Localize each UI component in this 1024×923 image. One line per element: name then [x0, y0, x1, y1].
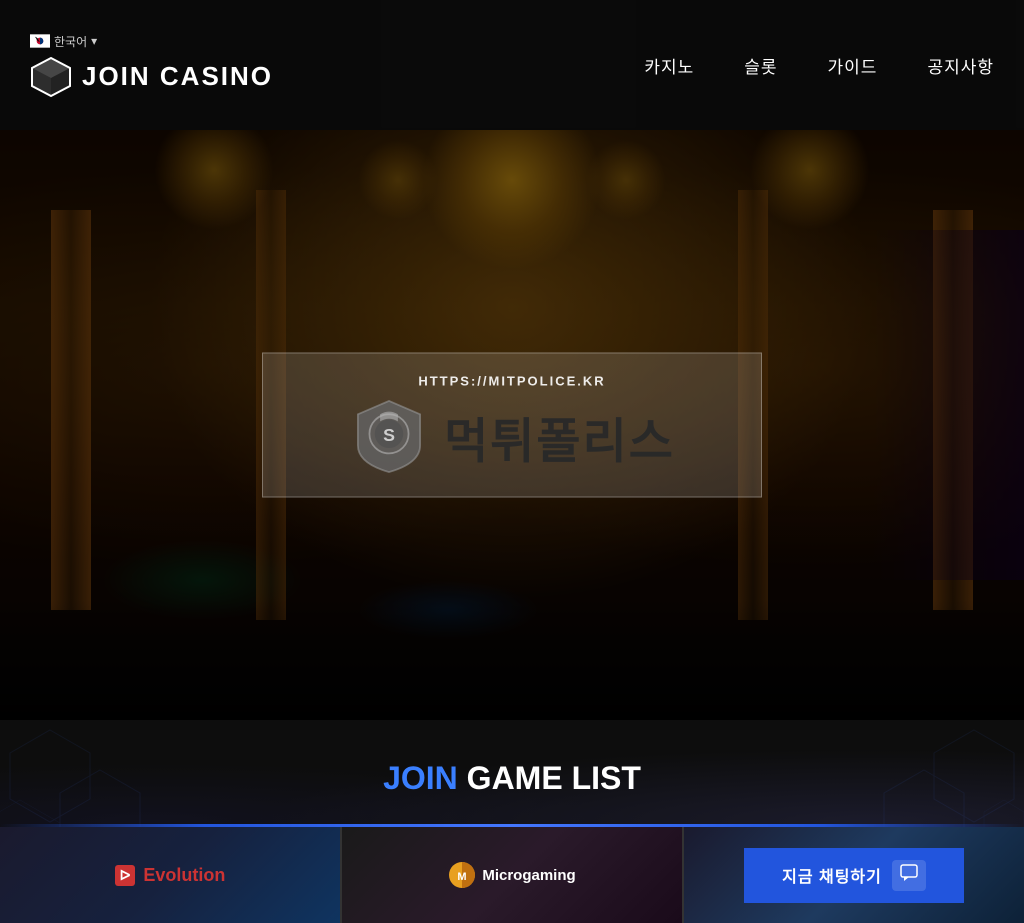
svg-text:M: M — [458, 871, 467, 883]
bottom-section: JOIN GAME LIST ᐅ Evolution M Microgaming — [0, 720, 1024, 923]
watermark-korean-text: 먹튀폴리스 — [444, 402, 675, 472]
game-card-microgaming[interactable]: M Microgaming — [342, 827, 684, 923]
main-nav: 카지노 슬롯 가이드 공지사항 — [644, 53, 994, 78]
title-join: JOIN — [383, 760, 458, 796]
mg-logo-icon: M — [448, 861, 476, 889]
nav-item-notice[interactable]: 공지사항 — [927, 53, 994, 78]
evolution-logo: ᐅ Evolution — [115, 865, 226, 886]
lang-label: 한국어 — [54, 33, 87, 50]
game-card-chat: 지금 채팅하기 — [684, 827, 1024, 923]
korean-flag-icon — [30, 34, 50, 48]
watermark-logo-row: S 먹튀폴리스 — [303, 397, 721, 477]
logo-area[interactable]: JOIN CASINO — [30, 56, 273, 98]
title-rest: GAME LIST — [458, 760, 641, 796]
header: 한국어 ▾ JOIN CASINO 카지노 슬롯 가이드 공지사항 — [0, 0, 1024, 130]
microgaming-logo: M Microgaming — [448, 861, 575, 889]
nav-item-guide[interactable]: 가이드 — [828, 53, 878, 78]
watermark-overlay: HTTPS://MITPOLICE.KR S 먹튀폴리스 — [262, 353, 762, 498]
chat-button-label: 지금 채팅하기 — [782, 863, 882, 887]
watermark-url: HTTPS://MITPOLICE.KR — [303, 374, 721, 389]
hero-section: HTTPS://MITPOLICE.KR S 먹튀폴리스 — [0, 130, 1024, 720]
evolution-e-icon: ᐅ — [115, 865, 136, 886]
watermark-shield-icon: S — [349, 397, 429, 477]
message-icon — [900, 864, 918, 882]
logo-text: JOIN CASINO — [82, 61, 273, 92]
header-left: 한국어 ▾ JOIN CASINO — [30, 33, 273, 98]
chat-button[interactable]: 지금 채팅하기 — [744, 848, 964, 903]
nav-item-slots[interactable]: 슬롯 — [744, 53, 777, 78]
logo-cube-icon — [30, 56, 72, 98]
nav-item-casino[interactable]: 카지노 — [644, 53, 694, 78]
lang-selector[interactable]: 한국어 ▾ — [30, 33, 273, 50]
microgaming-label: Microgaming — [482, 867, 575, 884]
game-cards-row: ᐅ Evolution M Microgaming 지금 채팅하기 — [0, 827, 1024, 923]
game-card-evolution[interactable]: ᐅ Evolution — [0, 827, 342, 923]
lang-arrow: ▾ — [91, 34, 97, 48]
chat-icon — [892, 860, 926, 891]
evolution-label: Evolution — [143, 865, 225, 886]
svg-text:S: S — [383, 425, 395, 445]
